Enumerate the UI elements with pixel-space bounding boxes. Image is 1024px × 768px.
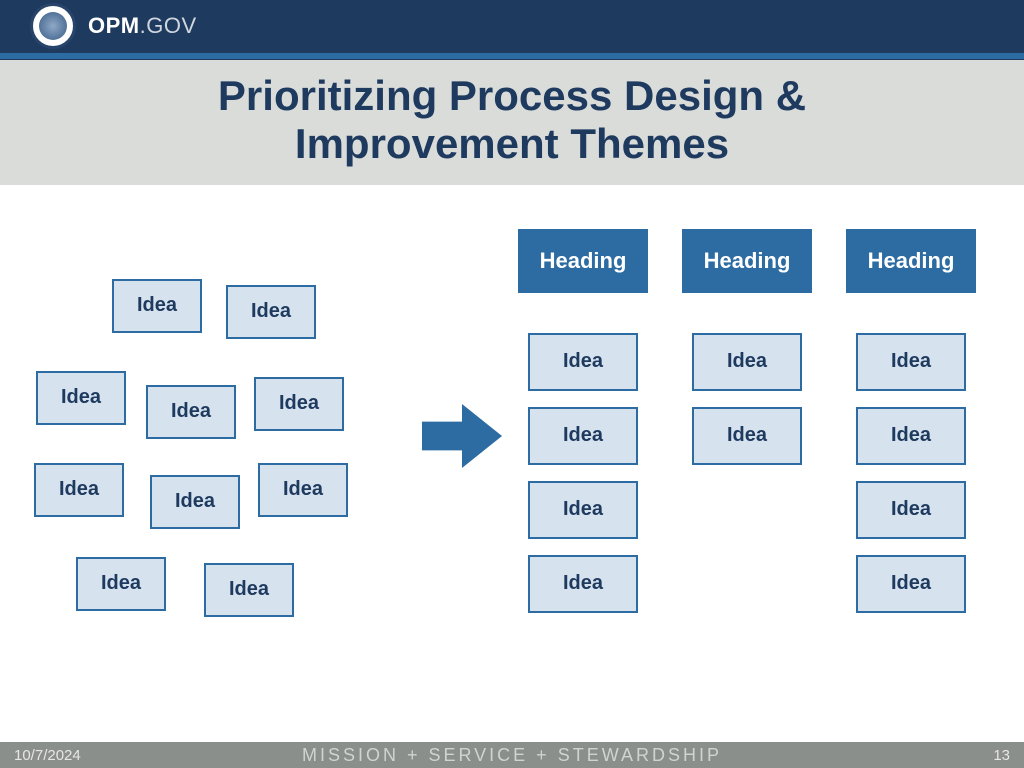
idea-box: Idea (258, 463, 348, 517)
idea-box: Idea (146, 385, 236, 439)
title-band: Prioritizing Process Design & Improvemen… (0, 60, 1024, 185)
column-heading: Heading (518, 229, 648, 293)
idea-box: Idea (856, 555, 966, 613)
brand-bold: OPM (88, 13, 140, 38)
idea-box: Idea (150, 475, 240, 529)
top-bar: OPM.GOV (0, 0, 1024, 52)
idea-box: Idea (254, 377, 344, 431)
idea-box: Idea (204, 563, 294, 617)
brand-light: .GOV (140, 13, 197, 38)
idea-box: Idea (112, 279, 202, 333)
title-line-2: Improvement Themes (295, 120, 729, 167)
idea-box: Idea (528, 481, 638, 539)
brand-text: OPM.GOV (88, 13, 197, 39)
accent-stripe (0, 52, 1024, 60)
idea-box: Idea (856, 481, 966, 539)
right-arrow-icon (422, 401, 502, 471)
agency-seal-icon (30, 3, 76, 49)
seal-inner-icon (39, 12, 67, 40)
column-heading: Heading (682, 229, 812, 293)
idea-box: Idea (36, 371, 126, 425)
footer-page-number: 13 (993, 747, 1010, 764)
idea-box: Idea (528, 407, 638, 465)
column-heading: Heading (846, 229, 976, 293)
slide-content: Idea Idea Idea Idea Idea Idea Idea Idea … (0, 185, 1024, 725)
footer-bar: 10/7/2024 MISSION + SERVICE + STEWARDSHI… (0, 742, 1024, 768)
slide-title: Prioritizing Process Design & Improvemen… (0, 72, 1024, 169)
column-1: Heading Idea Idea Idea Idea (518, 229, 648, 613)
footer-motto: MISSION + SERVICE + STEWARDSHIP (302, 745, 722, 766)
idea-box: Idea (692, 407, 802, 465)
idea-box: Idea (856, 333, 966, 391)
footer-date: 10/7/2024 (14, 747, 81, 764)
idea-box: Idea (856, 407, 966, 465)
columns-group: Heading Idea Idea Idea Idea Heading Idea… (518, 229, 976, 613)
column-3: Heading Idea Idea Idea Idea (846, 229, 976, 613)
column-2: Heading Idea Idea (682, 229, 812, 613)
idea-box: Idea (76, 557, 166, 611)
idea-box: Idea (34, 463, 124, 517)
idea-box: Idea (226, 285, 316, 339)
title-line-1: Prioritizing Process Design & (218, 72, 806, 119)
idea-box: Idea (528, 555, 638, 613)
idea-box: Idea (528, 333, 638, 391)
idea-box: Idea (692, 333, 802, 391)
